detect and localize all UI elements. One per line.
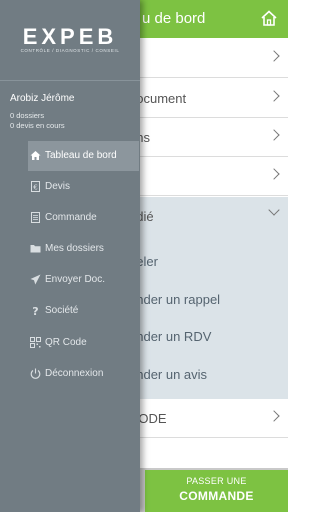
svg-text:?: ? — [32, 305, 38, 316]
divider — [0, 80, 140, 81]
nav-item-tableau-de-bord[interactable]: Tableau de bord — [28, 141, 139, 171]
nav-item-commande[interactable]: Commande — [28, 203, 139, 233]
nav-label: Devis — [45, 181, 71, 192]
nav-item-envoyer-doc[interactable]: Envoyer Doc. — [28, 265, 139, 295]
commande-button-line1: PASSER UNE — [186, 476, 247, 486]
chevron-down-icon — [268, 204, 280, 216]
svg-text:€: € — [33, 183, 37, 191]
nav-item-deconnexion[interactable]: Déconnexion — [28, 359, 139, 389]
home-icon[interactable] — [260, 9, 278, 27]
nav-label: Mes dossiers — [45, 243, 104, 254]
euro-icon: € — [31, 181, 40, 192]
logo-tagline: CONTRÔLE / DIAGNOSTIC / CONSEIL — [20, 48, 120, 53]
nav-item-societe[interactable]: ? Société — [28, 296, 139, 326]
nav-item-mes-dossiers[interactable]: Mes dossiers — [28, 234, 139, 264]
logo-text: EXPEB — [22, 24, 118, 49]
sub-item-2[interactable]: ander un rappel — [129, 292, 220, 307]
page-title: u de bord — [142, 10, 206, 27]
chevron-right-icon — [268, 50, 280, 62]
user-name: Arobiz Jérôme — [10, 93, 75, 104]
nav-label: Tableau de bord — [45, 150, 117, 161]
nav-label: Envoyer Doc. — [45, 274, 106, 285]
sub-item-3[interactable]: ander un RDV — [129, 329, 211, 344]
user-dossiers-count: 0 dossiers — [10, 111, 45, 120]
chevron-right-icon — [268, 129, 280, 141]
send-icon — [30, 274, 41, 285]
nav-item-devis[interactable]: € Devis — [28, 172, 139, 202]
sub-item-4[interactable]: ander un avis — [129, 367, 207, 382]
chevron-right-icon — [268, 168, 280, 180]
home-icon — [30, 151, 41, 160]
document-icon — [31, 212, 40, 223]
nav-label: Société — [45, 305, 79, 316]
user-devis-count: 0 devis en cours — [10, 121, 65, 130]
logo: EXPEB CONTRÔLE / DIAGNOSTIC / CONSEIL — [0, 0, 140, 80]
commande-button-line2: COMMANDE — [179, 489, 254, 503]
navigation-drawer: EXPEB CONTRÔLE / DIAGNOSTIC / CONSEIL Ar… — [0, 0, 140, 512]
chevron-right-icon — [268, 410, 280, 422]
chevron-right-icon — [268, 90, 280, 102]
nav-label: Déconnexion — [45, 368, 104, 379]
nav-item-qr-code[interactable]: QR Code — [28, 328, 139, 358]
qr-code-icon — [30, 337, 41, 348]
passer-commande-button[interactable]: PASSER UNE COMMANDE — [145, 470, 288, 512]
folder-icon — [30, 245, 41, 253]
question-icon: ? — [32, 305, 38, 316]
nav-label: QR Code — [45, 337, 87, 348]
nav-label: Commande — [45, 212, 97, 223]
power-icon — [30, 368, 41, 379]
